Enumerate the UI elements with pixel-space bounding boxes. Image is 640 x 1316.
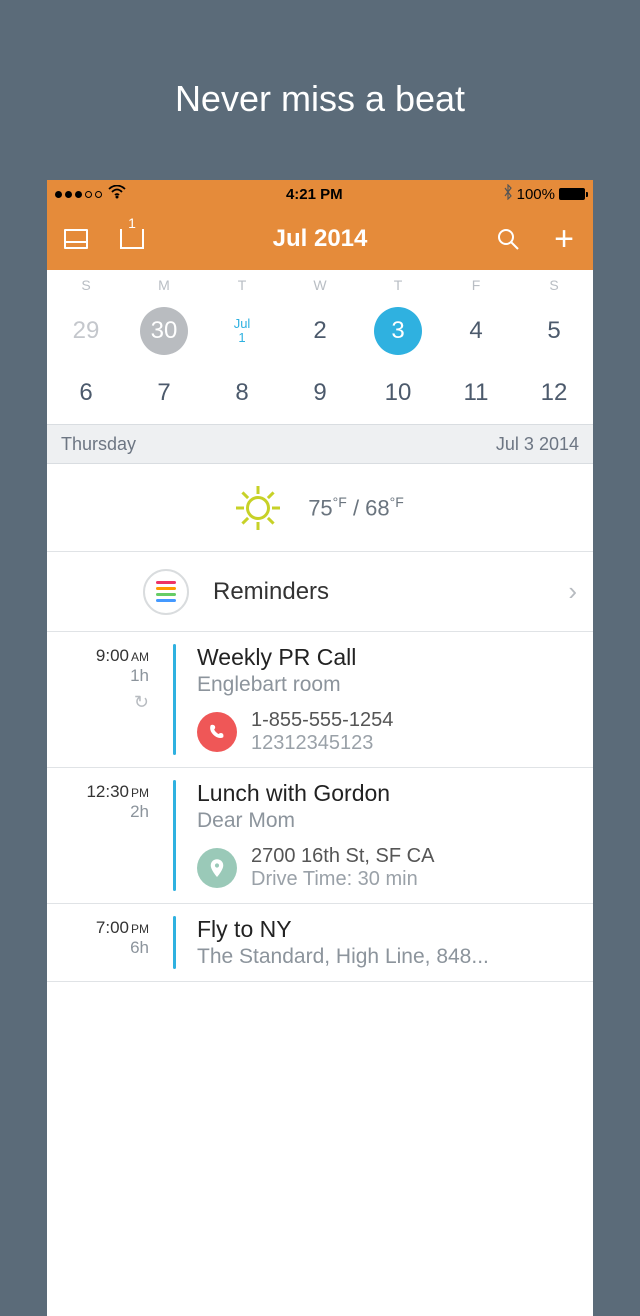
- event-subtitle: Dear Mom: [197, 809, 577, 833]
- event-row[interactable]: 7:00PM 6h Fly to NYThe Standard, High Line…: [47, 904, 593, 982]
- weekday-label: T: [203, 277, 281, 293]
- search-button[interactable]: [493, 227, 523, 251]
- day-section-header: Thursday Jul 3 2014: [47, 424, 593, 464]
- calendar-day[interactable]: 12: [515, 379, 593, 407]
- calendar-day[interactable]: 6: [47, 379, 125, 407]
- event-title: Weekly PR Call: [197, 644, 577, 671]
- reminders-icon: [143, 569, 189, 615]
- sun-icon: [236, 486, 280, 530]
- month-stub-day: 1: [234, 331, 251, 345]
- calendar-day[interactable]: 9: [281, 379, 359, 407]
- calendar-row: 29 30 Jul 1 2 3 4 5: [47, 300, 593, 362]
- day-date: Jul 3 2014: [496, 434, 579, 455]
- event-rail: [159, 916, 189, 969]
- event-subtitle: Englebart room: [197, 673, 577, 697]
- event-address: 2700 16th St, SF CA: [251, 845, 434, 868]
- event-time: 9:00AM 1h ↻: [47, 644, 159, 755]
- nav-bar: 1 Jul 2014 +: [47, 208, 593, 270]
- calendar-day[interactable]: 10: [359, 379, 437, 407]
- calendar-day[interactable]: 2: [281, 317, 359, 345]
- event-phone-code: 12312345123: [251, 732, 393, 755]
- status-bar: 4:21 PM 100%: [47, 180, 593, 208]
- calendar-day[interactable]: 7: [125, 379, 203, 407]
- nav-title[interactable]: Jul 2014: [273, 225, 368, 253]
- bluetooth-icon: [503, 184, 513, 204]
- event-subtitle: The Standard, High Line, 848...: [197, 945, 577, 969]
- event-duration: 1h: [47, 666, 149, 686]
- search-icon: [496, 227, 520, 251]
- weekday-label: F: [437, 277, 515, 293]
- event-time: 7:00PM 6h: [47, 916, 159, 969]
- event-body: Weekly PR CallEnglebart room 1-855-555-12…: [189, 644, 577, 755]
- event-body: Fly to NYThe Standard, High Line, 848...: [189, 916, 577, 969]
- event-rail: [159, 780, 189, 891]
- view-mode-icon: [64, 229, 88, 249]
- reminders-label: Reminders: [213, 578, 329, 606]
- calendar-day[interactable]: 4: [437, 317, 515, 345]
- weekday-label: S: [47, 277, 125, 293]
- event-duration: 6h: [47, 938, 149, 958]
- share-icon: 1: [120, 229, 144, 249]
- calendar-day-month-start[interactable]: Jul 1: [203, 317, 281, 346]
- phone-icon[interactable]: [197, 712, 237, 752]
- weather-temps: 75°F / 68°F: [308, 494, 404, 521]
- calendar-row: 6 7 8 9 10 11 12: [47, 362, 593, 424]
- calendar-weekday-header: S M T W T F S: [47, 270, 593, 300]
- event-time: 12:30PM 2h: [47, 780, 159, 891]
- calendar-day[interactable]: 8: [203, 379, 281, 407]
- event-ampm: AM: [131, 650, 149, 664]
- repeat-icon: ↻: [47, 692, 149, 713]
- wifi-icon: [108, 185, 126, 204]
- weekday-label: M: [125, 277, 203, 293]
- status-time: 4:21 PM: [286, 186, 343, 203]
- event-row[interactable]: 12:30PM 2h Lunch with GordonDear Mom 2700 1…: [47, 768, 593, 904]
- view-mode-button[interactable]: [61, 229, 91, 249]
- event-body: Lunch with GordonDear Mom 2700 16th St, S…: [189, 780, 577, 891]
- event-phone: 1-855-555-1254: [251, 709, 393, 732]
- event-title: Lunch with Gordon: [197, 780, 577, 807]
- weekday-label: T: [359, 277, 437, 293]
- event-ampm: PM: [131, 922, 149, 936]
- month-stub-label: Jul: [234, 317, 251, 331]
- weekday-label: W: [281, 277, 359, 293]
- event-start-time: 12:30: [86, 782, 129, 801]
- calendar-day-today[interactable]: 30: [125, 307, 203, 355]
- calendar-day[interactable]: 5: [515, 317, 593, 345]
- phone-frame: 4:21 PM 100% 1 Jul 2014 + S M: [47, 180, 593, 1316]
- calendar-day[interactable]: 11: [437, 379, 515, 407]
- event-rail: [159, 644, 189, 755]
- calendar-day-selected[interactable]: 3: [359, 307, 437, 355]
- battery-percent: 100%: [517, 186, 555, 203]
- chevron-right-icon: ›: [568, 576, 577, 607]
- weather-row[interactable]: 75°F / 68°F: [47, 464, 593, 552]
- event-start-time: 7:00: [96, 918, 129, 937]
- reminders-row[interactable]: Reminders ›: [47, 552, 593, 632]
- event-ampm: PM: [131, 786, 149, 800]
- cell-signal-icon: [55, 191, 102, 198]
- share-badge: 1: [128, 215, 136, 231]
- plus-icon: +: [554, 222, 574, 256]
- event-row[interactable]: 9:00AM 1h ↻ Weekly PR CallEnglebart room 1-8…: [47, 632, 593, 768]
- marketing-tagline: Never miss a beat: [0, 0, 640, 120]
- weekday-label: S: [515, 277, 593, 293]
- calendar-day[interactable]: 29: [47, 317, 125, 345]
- event-title: Fly to NY: [197, 916, 577, 943]
- event-drive-time: Drive Time: 30 min: [251, 868, 434, 891]
- add-button[interactable]: +: [549, 222, 579, 256]
- event-duration: 2h: [47, 802, 149, 822]
- day-name: Thursday: [61, 434, 136, 455]
- battery-icon: [559, 188, 585, 200]
- event-start-time: 9:00: [96, 646, 129, 665]
- location-icon[interactable]: [197, 848, 237, 888]
- share-button[interactable]: 1: [117, 229, 147, 249]
